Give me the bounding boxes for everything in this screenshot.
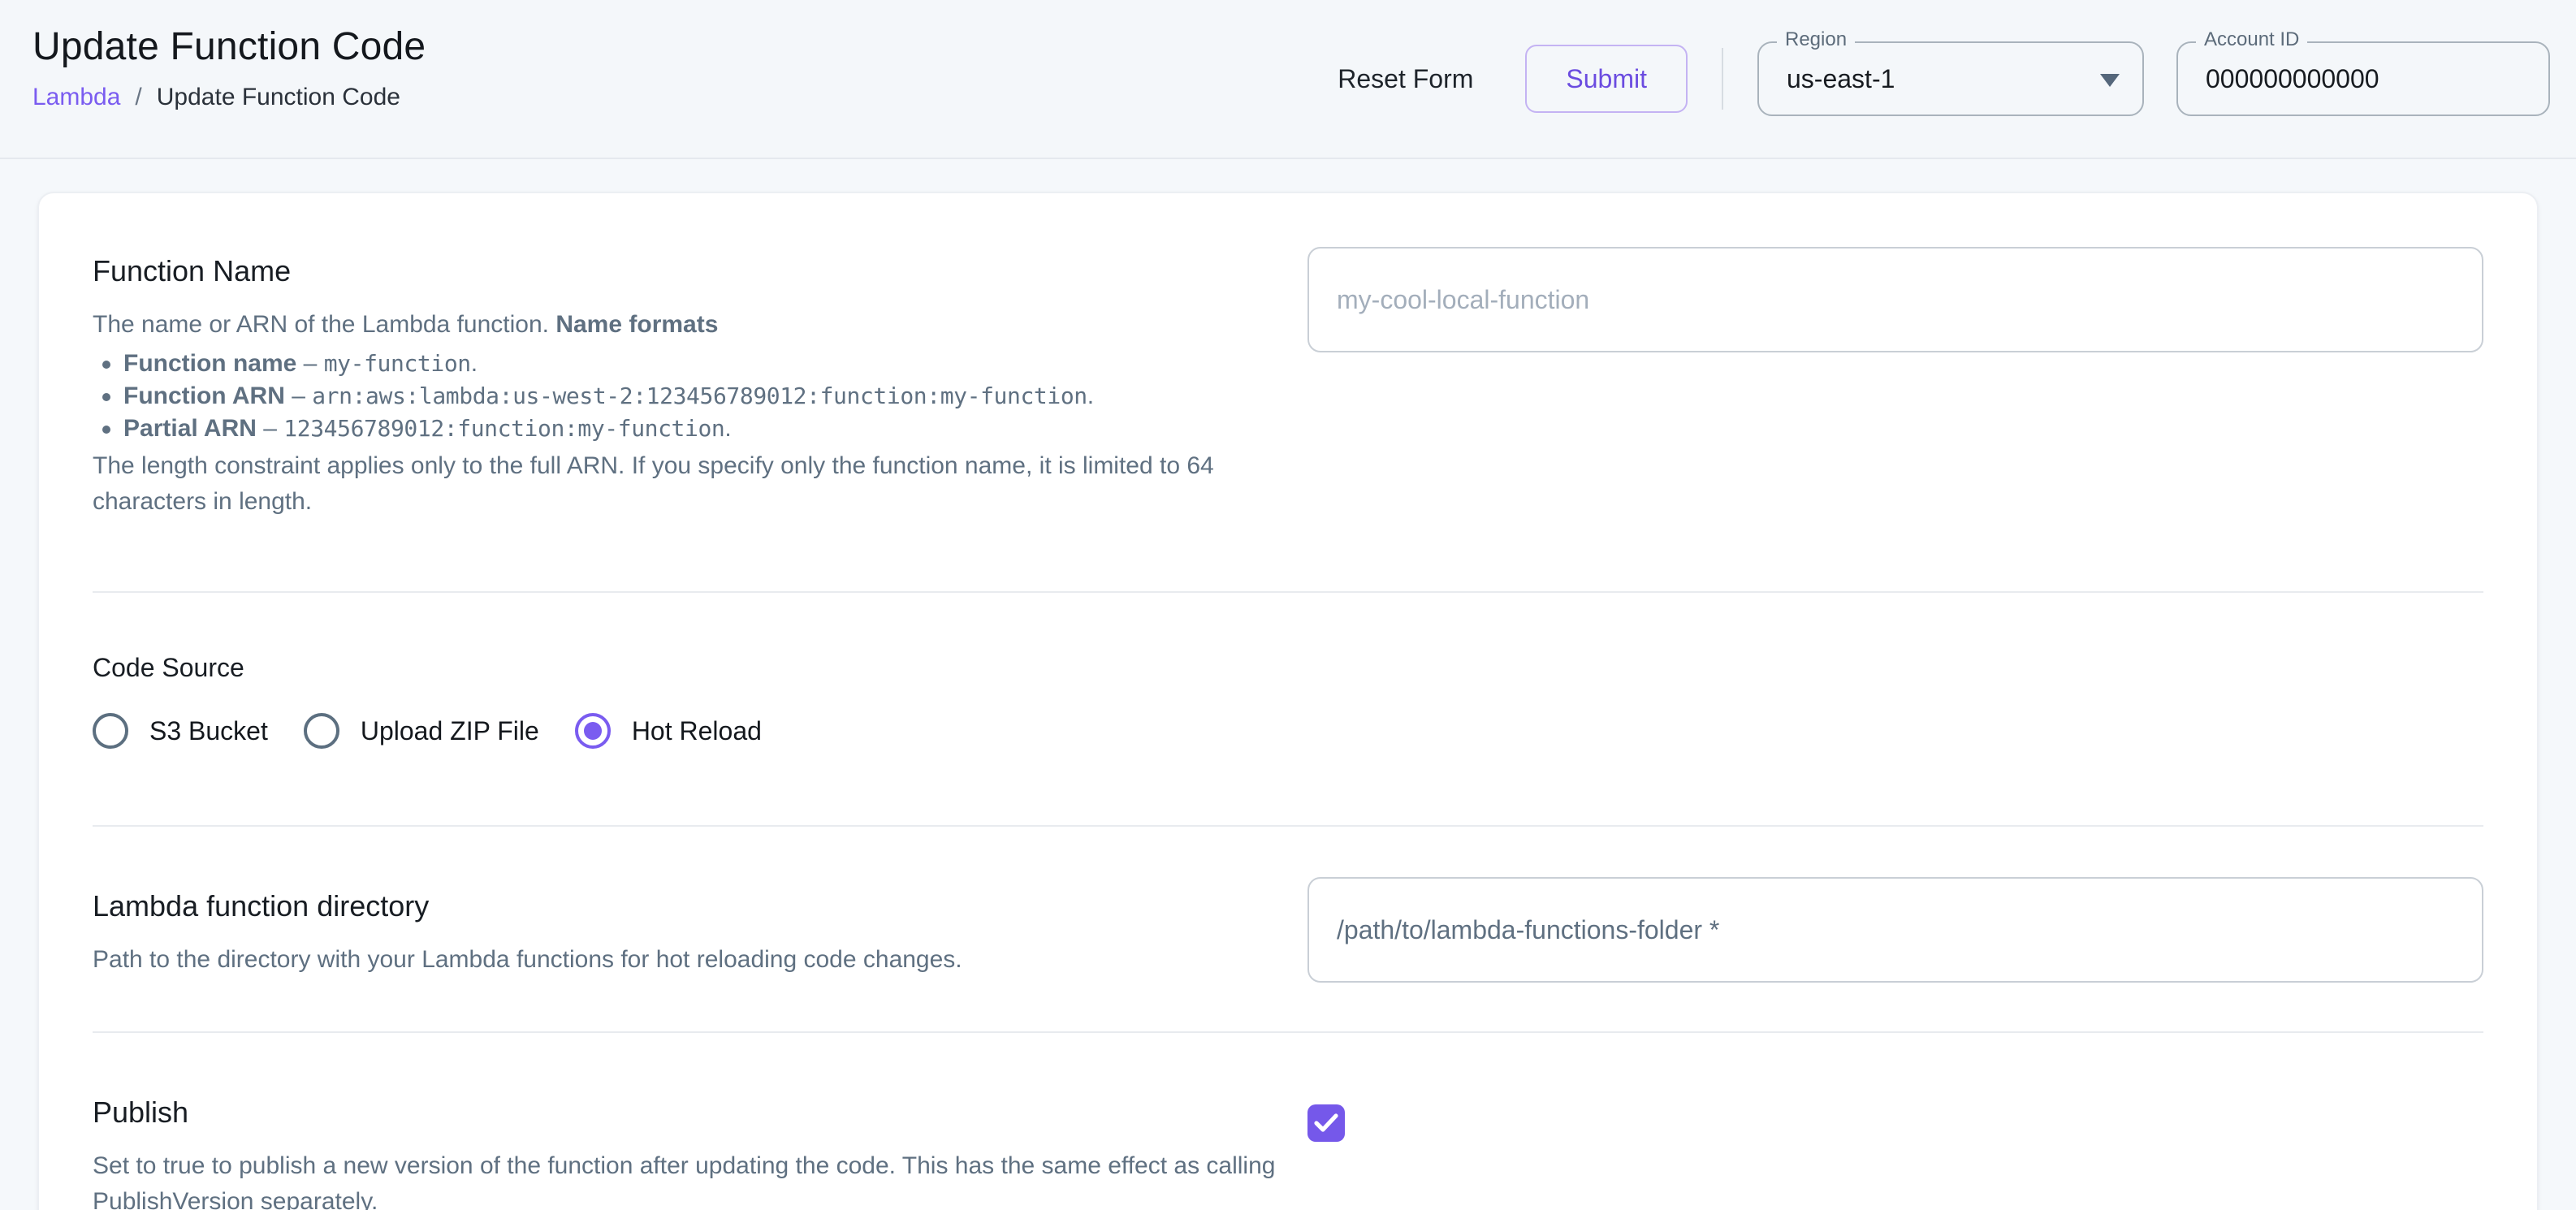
radio-dot: [584, 722, 602, 740]
radio-label: Upload ZIP File: [361, 716, 539, 746]
breadcrumb-link-lambda[interactable]: Lambda: [32, 83, 120, 112]
function-name-info: Function Name The name or ARN of the Lam…: [93, 253, 1298, 520]
code-source-group: Code Source S3 Bucket Upload ZIP File: [93, 651, 2483, 749]
directory-heading: Lambda function directory: [93, 888, 1298, 924]
section-directory: Lambda function directory Path to the di…: [93, 825, 2483, 1031]
list-item: Function name – my-function.: [93, 348, 1298, 380]
bullet-suffix: .: [471, 350, 478, 377]
desc-intro-bold: Name formats: [555, 311, 718, 338]
breadcrumb-separator: /: [135, 83, 141, 112]
region-select-label: Region: [1777, 28, 1855, 51]
radio-label: S3 Bucket: [149, 716, 268, 746]
submit-button[interactable]: Submit: [1525, 45, 1688, 113]
breadcrumb-current: Update Function Code: [157, 83, 400, 112]
list-item: Partial ARN – 123456789012:function:my-f…: [93, 413, 1298, 445]
bullet-code: 123456789012:function:my-function: [283, 415, 724, 442]
bullet-bold: Function name: [123, 350, 296, 377]
bullet-code: arn:aws:lambda:us-west-2:123456789012:fu…: [312, 382, 1087, 409]
code-source-label: Code Source: [93, 651, 2483, 684]
account-id-label: Account ID: [2196, 28, 2307, 51]
bullet-sep: –: [285, 382, 312, 409]
publish-checkbox-wrap: [1307, 1095, 2483, 1142]
function-name-constraint-note: The length constraint applies only to th…: [93, 448, 1298, 520]
bullet-bold: Partial ARN: [123, 415, 257, 442]
function-name-input[interactable]: [1307, 247, 2483, 352]
header-actions: Reset Form Submit Region us-east-1 Accou…: [1328, 0, 2550, 158]
directory-input-wrap: [1307, 888, 2483, 983]
account-id-input[interactable]: [2178, 63, 2548, 96]
bullet-suffix: .: [724, 415, 731, 442]
publish-heading: Publish: [93, 1095, 1298, 1130]
breadcrumb: Lambda / Update Function Code: [32, 83, 426, 112]
radio-hot-reload[interactable]: Hot Reload: [575, 713, 762, 749]
directory-input[interactable]: [1307, 877, 2483, 983]
radio-dot: [313, 722, 331, 740]
chevron-down-icon: [2100, 74, 2120, 87]
page-header: Update Function Code Lambda / Update Fun…: [0, 0, 2576, 159]
radio-label: Hot Reload: [632, 716, 762, 746]
function-name-heading: Function Name: [93, 253, 1298, 289]
bullet-code: my-function: [324, 350, 471, 377]
publish-info: Publish Set to true to publish a new ver…: [93, 1095, 1298, 1210]
code-source-options: S3 Bucket Upload ZIP File Hot Reload: [93, 713, 2483, 749]
radio-s3-bucket[interactable]: S3 Bucket: [93, 713, 268, 749]
header-title-block: Update Function Code Lambda / Update Fun…: [32, 0, 426, 158]
bullet-sep: –: [296, 350, 323, 377]
radio-icon: [575, 713, 611, 749]
desc-intro-text: The name or ARN of the Lambda function.: [93, 311, 555, 338]
directory-info: Lambda function directory Path to the di…: [93, 888, 1298, 978]
publish-checkbox[interactable]: [1307, 1104, 1345, 1142]
name-format-list: Function name – my-function. Function AR…: [93, 348, 1298, 445]
radio-dot: [102, 722, 119, 740]
radio-icon: [93, 713, 128, 749]
region-select[interactable]: Region us-east-1: [1757, 41, 2144, 116]
list-item: Function ARN – arn:aws:lambda:us-west-2:…: [93, 380, 1298, 413]
function-name-description: The name or ARN of the Lambda function. …: [93, 307, 1298, 343]
check-icon: [1314, 1113, 1338, 1133]
section-code-source: Code Source S3 Bucket Upload ZIP File: [93, 591, 2483, 825]
form-card: Function Name The name or ARN of the Lam…: [37, 192, 2539, 1210]
directory-description: Path to the directory with your Lambda f…: [93, 942, 1298, 978]
account-id-field: Account ID: [2176, 41, 2550, 116]
radio-icon: [304, 713, 339, 749]
section-publish: Publish Set to true to publish a new ver…: [93, 1031, 2483, 1210]
radio-upload-zip-file[interactable]: Upload ZIP File: [304, 713, 539, 749]
section-function-name: Function Name The name or ARN of the Lam…: [93, 193, 2483, 591]
region-select-value: us-east-1: [1759, 64, 2142, 94]
bullet-suffix: .: [1087, 382, 1094, 409]
publish-description: Set to true to publish a new version of …: [93, 1148, 1298, 1210]
header-divider: [1722, 48, 1723, 110]
bullet-sep: –: [257, 415, 283, 442]
page-body: Function Name The name or ARN of the Lam…: [0, 159, 2576, 1210]
bullet-bold: Function ARN: [123, 382, 285, 409]
app-window: Update Function Code Lambda / Update Fun…: [0, 0, 2576, 1210]
page-title: Update Function Code: [32, 23, 426, 71]
reset-form-button[interactable]: Reset Form: [1328, 48, 1483, 110]
function-name-input-wrap: [1307, 253, 2483, 352]
